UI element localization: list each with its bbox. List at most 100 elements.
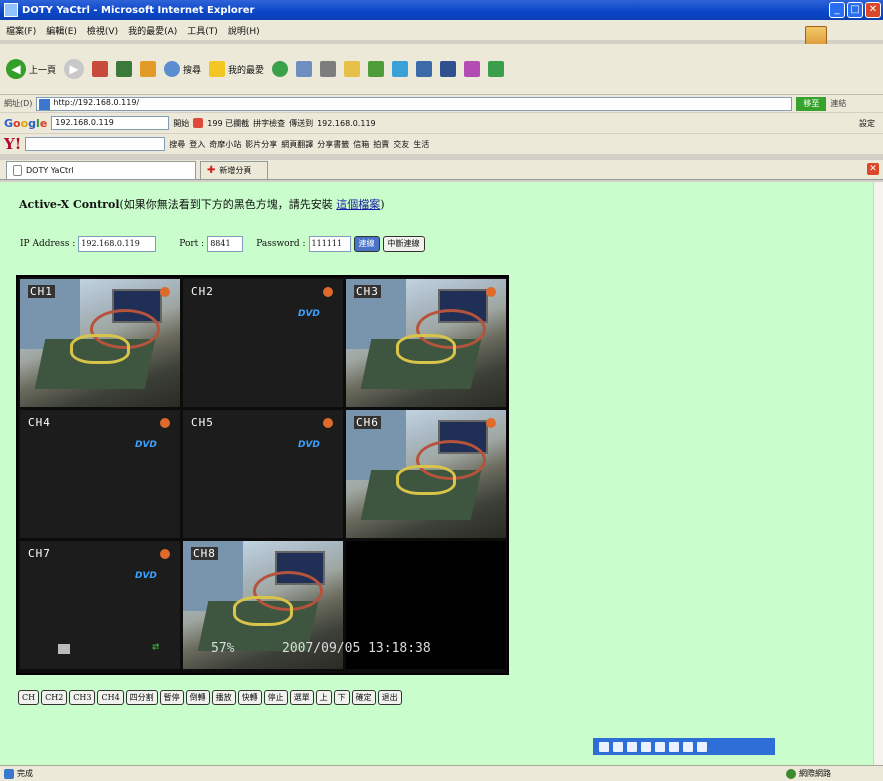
msn-icon[interactable]	[488, 61, 505, 77]
spellcheck-button[interactable]: 拼字檢查	[253, 118, 285, 129]
channel-tile-5[interactable]: CH5 DVD	[183, 410, 343, 538]
yahoo-item-8[interactable]: 生活	[413, 139, 429, 150]
yahoo-search-input[interactable]	[25, 137, 166, 151]
channel-tile-4[interactable]: CH4 DVD	[20, 410, 180, 538]
ime-shape-icon[interactable]	[613, 741, 623, 752]
close-button[interactable]: ✕	[865, 2, 881, 18]
up-button[interactable]: 上	[315, 690, 332, 705]
mail-icon[interactable]	[296, 61, 313, 77]
quad-view-button[interactable]: 四分割	[125, 690, 158, 705]
ch4-button[interactable]: CH4	[97, 690, 124, 705]
google-ip-label[interactable]: 192.168.0.119	[317, 119, 376, 128]
install-link[interactable]: 這個檔案	[336, 198, 380, 211]
google-settings-button[interactable]: 設定	[859, 118, 875, 129]
google-search-button[interactable]: 開始	[173, 118, 189, 129]
channel-tile-6[interactable]: CH6	[346, 410, 506, 538]
yahoo-item-6[interactable]: 拍賣	[373, 139, 389, 150]
yahoo-item-4[interactable]: 分享書籤	[317, 139, 349, 150]
stop-button[interactable]: 停止	[263, 690, 288, 705]
tab-dvr[interactable]: DOTY YaCtrl	[6, 161, 196, 179]
network-arrows-icon: ⇄	[152, 639, 160, 653]
media-icon[interactable]	[392, 61, 409, 77]
google-search-input[interactable]: 192.168.0.119	[51, 116, 170, 130]
yahoo-login-button[interactable]: 登入	[189, 139, 205, 150]
yahoo-item-5[interactable]: 信箱	[353, 139, 369, 150]
menu-button[interactable]: 選單	[289, 690, 314, 705]
ime-options-icon[interactable]	[683, 741, 693, 752]
address-input[interactable]: http://192.168.0.119/	[36, 96, 793, 111]
dvd-logo-icon: DVD	[298, 309, 320, 319]
tab-new-label: 新增分頁	[219, 166, 252, 175]
tab-new[interactable]: ✚ 新增分頁	[200, 161, 268, 179]
connect-button[interactable]: 連線	[353, 236, 380, 252]
port-input[interactable]: 8841	[207, 236, 244, 252]
ime-help-icon[interactable]	[669, 741, 679, 752]
channel-tile-1[interactable]: CH1	[20, 279, 180, 407]
disconnect-button[interactable]: 中斷連線	[382, 236, 425, 252]
channel-label: CH5	[191, 416, 214, 429]
send-to-button[interactable]: 傳送到	[289, 118, 313, 129]
yahoo-item-2[interactable]: 影片分享	[245, 139, 277, 150]
yahoo-search-button[interactable]: 搜尋	[169, 139, 185, 150]
menu-favorites[interactable]: 我的最愛(A)	[128, 24, 177, 37]
channel-tile-2[interactable]: CH2 DVD	[183, 279, 343, 407]
play-button[interactable]: 播放	[211, 690, 236, 705]
ime-punct-icon[interactable]	[627, 741, 637, 752]
forward-button[interactable]: ▶	[64, 59, 85, 79]
links-label[interactable]: 連結	[830, 98, 846, 109]
maximize-button[interactable]: □	[847, 2, 863, 18]
ok-button[interactable]: 確定	[351, 690, 376, 705]
yahoo-item-7[interactable]: 交友	[393, 139, 409, 150]
ime-pen-icon[interactable]	[655, 741, 665, 752]
menu-edit[interactable]: 編輯(E)	[46, 24, 77, 37]
ip-input[interactable]: 192.168.0.119	[78, 236, 157, 252]
exit-button[interactable]: 退出	[377, 690, 402, 705]
ch2-button[interactable]: CH2	[41, 690, 68, 705]
favorites-button[interactable]: 我的最愛	[209, 61, 264, 77]
messenger-icon[interactable]	[368, 61, 385, 77]
yahoo-item-3[interactable]: 網頁翻譯	[281, 139, 313, 150]
yahoo-item-1[interactable]: 奇摩小站	[209, 139, 241, 150]
ime-minimize-icon[interactable]	[697, 741, 707, 752]
password-input[interactable]: 111111	[308, 236, 351, 252]
ime-language-bar[interactable]	[593, 738, 775, 755]
refresh-icon[interactable]	[116, 61, 133, 77]
print-icon[interactable]	[320, 61, 337, 77]
pause-button[interactable]: 暫停	[159, 690, 184, 705]
down-button[interactable]: 下	[333, 690, 350, 705]
window-icon[interactable]	[440, 61, 457, 77]
dvr-activex-view[interactable]: CH1 CH2 DVD CH3 CH4 DVD CH5 DVD CH6 CH7 …	[16, 275, 509, 675]
menu-view[interactable]: 檢視(V)	[87, 24, 118, 37]
folder-icon[interactable]	[344, 61, 361, 77]
ch3-button[interactable]: CH3	[69, 690, 96, 705]
ime-mode-icon[interactable]	[599, 741, 609, 752]
channel-tile-3[interactable]: CH3	[346, 279, 506, 407]
vertical-scrollbar[interactable]	[873, 182, 883, 765]
record-dot-icon	[323, 418, 333, 428]
home-icon[interactable]	[140, 61, 157, 77]
history-icon[interactable]	[272, 61, 289, 77]
channel-label: CH4	[28, 416, 51, 429]
bluetooth-icon[interactable]	[464, 61, 481, 77]
ime-keyboard-icon[interactable]	[641, 741, 651, 752]
stop-icon[interactable]	[92, 61, 109, 77]
popup-blocked-label[interactable]: 199 已攔截	[207, 118, 249, 129]
fast-forward-button[interactable]: 快轉	[237, 690, 262, 705]
menu-tools[interactable]: 工具(T)	[187, 24, 218, 37]
back-label: 上一頁	[29, 65, 57, 76]
close-tab-icon[interactable]: ✕	[867, 163, 879, 175]
ch1-button[interactable]: CH	[18, 690, 40, 705]
back-button[interactable]: ◀ 上一頁	[6, 59, 56, 79]
menu-help[interactable]: 說明(H)	[228, 24, 260, 37]
search-button[interactable]: 搜尋	[164, 61, 201, 77]
page-icon	[4, 768, 14, 779]
research-icon[interactable]	[416, 61, 433, 77]
menu-file[interactable]: 檔案(F)	[6, 24, 36, 37]
record-dot-icon	[486, 418, 496, 428]
yahoo-toolbar: Y! 搜尋 登入 奇摩小站 影片分享 網頁翻譯 分享書籤 信箱 拍賣 交友 生活	[0, 134, 883, 154]
channel-label: CH7	[28, 547, 51, 560]
minimize-button[interactable]: _	[829, 2, 845, 18]
rewind-button[interactable]: 倒轉	[185, 690, 210, 705]
go-button[interactable]: 移至	[796, 96, 827, 111]
page-viewport: Active-X Control(如果你無法看到下方的黑色方塊，請先安裝 這個檔…	[0, 182, 873, 765]
